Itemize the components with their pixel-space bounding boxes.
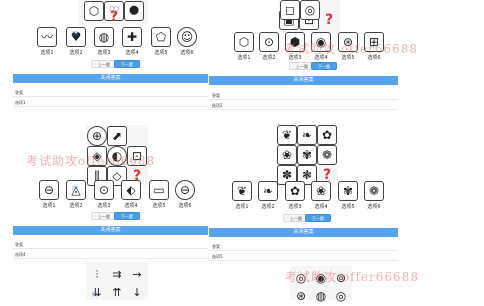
option-1-label[interactable]: 选项1 [37, 202, 61, 209]
option-3-symbol-icon[interactable]: ✿ [285, 181, 305, 201]
square-arrow-symbol-icon: ⬈ [107, 126, 127, 146]
spiral-icon: ◎ [335, 289, 347, 303]
option-1-symbol-icon[interactable]: ⊖ [39, 180, 59, 200]
next-button[interactable]: 下一题 [114, 60, 140, 68]
blue-watermark: 网 [72, 31, 79, 38]
option-4-label[interactable]: 选项4 [309, 203, 333, 210]
divider [13, 258, 208, 259]
close-answer-bar[interactable]: 关闭答案 [209, 76, 398, 85]
option-1-symbol-icon[interactable]: ❦ [232, 181, 252, 201]
option-3-symbol-icon[interactable]: ⊙ [94, 180, 114, 200]
option-5-label[interactable]: 选项5 [147, 202, 171, 209]
option-3-symbol-icon[interactable]: ◍ [94, 27, 114, 47]
divider [209, 99, 398, 100]
option-4-symbol-icon[interactable]: ❀ [311, 181, 331, 201]
next-button[interactable]: 下一题 [305, 214, 331, 222]
option-2-symbol-icon[interactable]: ❧ [258, 181, 278, 201]
arrow-cluster-icon: ⇈ [112, 285, 122, 299]
arrow-cluster-icon: ↓ [132, 285, 142, 299]
question-mark: ? [324, 12, 334, 28]
close-answer-bar[interactable]: 关闭答案 [13, 74, 208, 83]
divider [209, 109, 398, 110]
blank-cell [127, 126, 147, 146]
option-5-symbol-icon[interactable]: ✾ [338, 181, 358, 201]
option-5-label[interactable]: 选项5 [149, 49, 173, 56]
option-4-symbol-icon[interactable]: ⬖ [121, 180, 141, 200]
swirl-shape-symbol-icon: ❀ [277, 145, 297, 165]
arrow-cluster-icon: ⫶ [95, 267, 99, 281]
option-5-label[interactable]: 选项5 [336, 203, 360, 210]
blue-watermark: 网 [92, 292, 99, 299]
hexagon-symbol-icon: ⬡ [84, 1, 104, 21]
swirl-shape-symbol-icon: ❧ [297, 125, 317, 145]
spiral-icon: ◍ [315, 289, 327, 303]
option-4-label[interactable]: 选项4 [120, 49, 144, 56]
option-2-label[interactable]: 选项2 [256, 203, 280, 210]
swirl-shape-symbol-icon: ✿ [317, 125, 337, 145]
divider [13, 96, 208, 97]
option-2-label[interactable]: 选项2 [64, 202, 88, 209]
close-answer-bar[interactable]: 关闭答案 [13, 226, 208, 235]
octagon-symbol-icon: ⯃ [124, 1, 144, 21]
close-answer-bar[interactable]: 关闭答案 [209, 228, 398, 237]
arrow-cluster-icon: → [132, 267, 142, 281]
question-mark: ? [109, 9, 119, 25]
option-5-symbol-icon[interactable]: ▭ [149, 180, 169, 200]
option-6-label[interactable]: 选项6 [173, 202, 197, 209]
next-button[interactable]: 下一题 [311, 62, 337, 70]
swirl-shape-symbol-icon: ❦ [277, 125, 297, 145]
option-1-label[interactable]: 选项1 [230, 203, 254, 210]
watermark: 考试助攻offer66688 [26, 154, 156, 168]
blue-watermark: 网 [72, 186, 79, 193]
watermark: 考试助攻 offer66688 [284, 42, 418, 56]
option-3-label[interactable]: 选项3 [92, 49, 116, 56]
divider [209, 260, 398, 261]
option-1-symbol-icon[interactable]: ⬡ [234, 32, 254, 52]
swirl-shape-symbol-icon: ❁ [317, 145, 337, 165]
option-6-symbol-icon[interactable]: ❁ [364, 181, 384, 201]
swirl-shape-symbol-icon: ✾ [297, 145, 317, 165]
option-2-label[interactable]: 选项2 [257, 54, 281, 61]
option-2-label[interactable]: 选项2 [64, 49, 88, 56]
option-1-label[interactable]: 选项1 [35, 49, 59, 56]
option-3-label[interactable]: 选项3 [92, 202, 116, 209]
option-6-label[interactable]: 选项6 [362, 203, 386, 210]
watermark: 考试助攻 offer66688 [285, 270, 419, 284]
ring-symbol-icon: ◎ [300, 0, 320, 20]
divider [209, 250, 398, 251]
divider [13, 248, 208, 249]
option-2-symbol-icon[interactable]: ⊙ [259, 32, 279, 52]
circle-arrow-up-symbol-icon: ⊕ [87, 126, 107, 146]
spiral-icon: ⊛ [295, 289, 307, 303]
option-3-label[interactable]: 选项3 [283, 203, 307, 210]
option-6-symbol-icon[interactable]: ⊖ [175, 180, 195, 200]
option-6-symbol-icon[interactable]: ☺ [177, 27, 197, 47]
option-1-symbol-icon[interactable]: 〰 [37, 27, 57, 47]
option-5-symbol-icon[interactable]: ⬠ [151, 27, 171, 47]
square-symbol-icon: ◻ [280, 0, 300, 20]
next-button[interactable]: 下一题 [114, 212, 140, 220]
option-4-symbol-icon[interactable]: ✚ [122, 27, 142, 47]
question-grid: ❦ ❧ ✿ ❀ ✾ ❁ ✽ ❃ ? [276, 124, 338, 186]
option-4-label[interactable]: 选项4 [119, 202, 143, 209]
option-6-label[interactable]: 选项6 [175, 49, 199, 56]
arrow-cluster-icon: ⇉ [112, 267, 122, 281]
divider [13, 106, 208, 107]
option-1-label[interactable]: 选项1 [232, 54, 256, 61]
